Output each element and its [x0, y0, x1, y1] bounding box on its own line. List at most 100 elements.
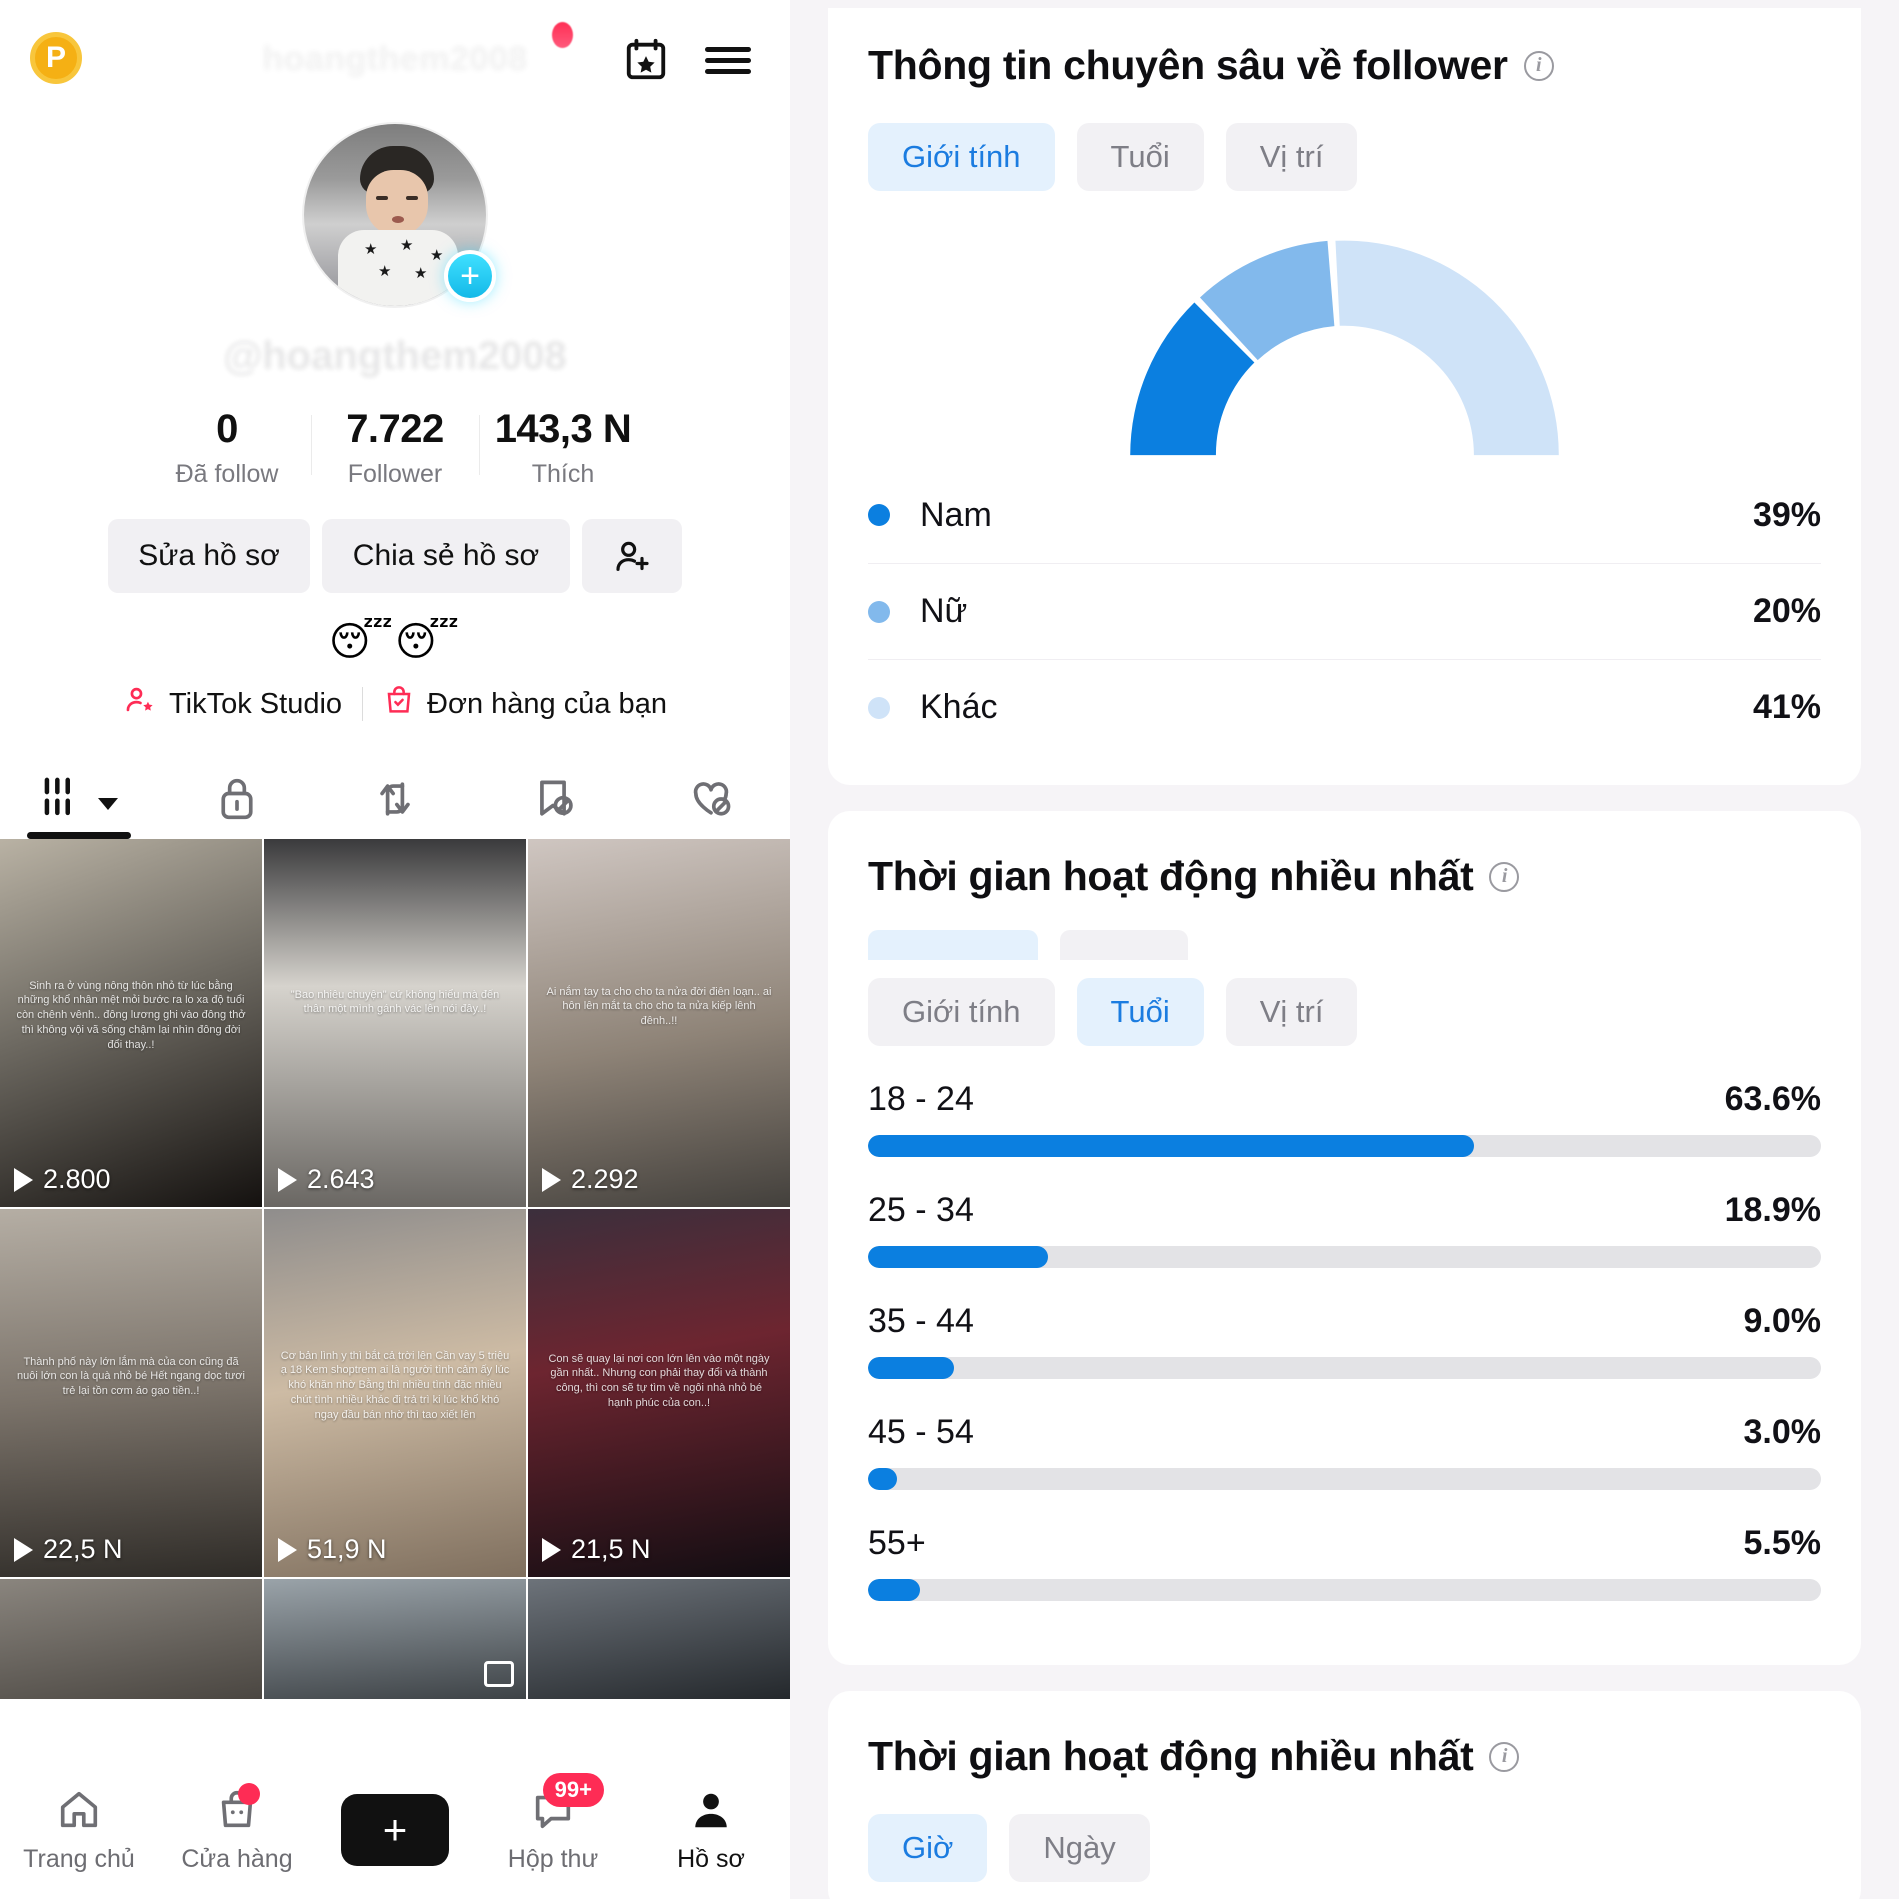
- video-cell[interactable]: Sinh ra ở vùng nông thôn nhỏ từ lúc bằng…: [0, 839, 262, 1207]
- view-count: 51,9 N: [307, 1534, 387, 1564]
- photo-post-icon: [484, 1661, 514, 1687]
- hamburger-menu-icon[interactable]: [700, 32, 756, 88]
- video-cell[interactable]: Cơ bản lình y thì bắt cả trời lên Cần va…: [264, 1209, 526, 1577]
- shirt-star-icon: ★: [430, 247, 444, 264]
- tab-age[interactable]: Tuổi: [1076, 978, 1204, 1046]
- video-cell[interactable]: Ai nắm tay ta cho cho ta nửa đời điên lo…: [528, 839, 790, 1207]
- nav-shop[interactable]: Cửa hàng: [158, 1782, 316, 1874]
- activity-age-title: Thời gian hoạt động nhiều nhất: [868, 853, 1474, 899]
- legend-dot-khac: [868, 696, 890, 719]
- bar-value: 5.5%: [1743, 1524, 1822, 1562]
- your-orders-link[interactable]: Đơn hàng của bạn: [383, 683, 667, 725]
- sidebar-item-reposts-tab[interactable]: [316, 759, 474, 839]
- notification-dot: [552, 22, 573, 48]
- nav-home[interactable]: Trang chủ: [0, 1787, 158, 1874]
- tab-location[interactable]: Vị trí: [1225, 123, 1358, 191]
- nav-label: Hộp thư: [507, 1844, 599, 1873]
- sidebar-item-grid-tab[interactable]: [0, 759, 158, 839]
- video-cell[interactable]: Thành phố này lớn lắm mà của con cũng đã…: [0, 1209, 262, 1577]
- video-views: 2.292: [542, 1164, 639, 1195]
- info-icon[interactable]: i: [1523, 50, 1554, 81]
- stat-value: 7.722: [346, 407, 444, 451]
- bar-track: [868, 1468, 1821, 1490]
- age-bar-chart: 18 - 24 63.6% 25 - 34 18.9% 35 - 44 9.0%…: [868, 1080, 1821, 1601]
- bar-track: [868, 1357, 1821, 1379]
- video-grid: Sinh ra ở vùng nông thôn nhỏ từ lúc bằng…: [0, 839, 790, 1699]
- share-profile-button[interactable]: Chia sẻ hồ sơ: [322, 519, 570, 593]
- bar-category: 55+: [868, 1524, 926, 1562]
- nav-label: Cửa hàng: [181, 1844, 293, 1873]
- avatar[interactable]: ★ ★ ★ ★ ★ +: [302, 122, 496, 308]
- add-person-icon[interactable]: [582, 519, 682, 593]
- tab-hour[interactable]: Giờ: [868, 1814, 988, 1882]
- bar-fill: [868, 1246, 1049, 1268]
- stat-label: Thích: [531, 460, 595, 488]
- tab-day[interactable]: Ngày: [1009, 1814, 1150, 1882]
- avatar-mouth: [392, 216, 404, 223]
- video-views: 21,5 N: [542, 1534, 651, 1565]
- link-divider: [362, 687, 364, 721]
- profile-topbar: P hoangthem2008: [0, 0, 790, 112]
- tiktok-profile-pane: P hoangthem2008 ★ ★ ★ ★ ★ + @hoangthem20…: [0, 0, 790, 1899]
- activity-time-title-row: Thời gian hoạt động nhiều nhất i: [868, 1733, 1821, 1780]
- menu-line: [705, 57, 751, 63]
- legend-row-nu: Nữ 20%: [868, 563, 1821, 659]
- video-caption: "Bao nhiêu chuyện" cứ không hiểu mà đến …: [290, 988, 500, 1016]
- tiktok-studio-link[interactable]: TikTok Studio: [123, 683, 342, 725]
- activity-age-title-row: Thời gian hoạt động nhiều nhất i: [868, 853, 1821, 900]
- sidebar-item-liked-tab[interactable]: [632, 759, 790, 839]
- video-cell[interactable]: [264, 1579, 526, 1699]
- sidebar-item-saved-tab[interactable]: [474, 759, 632, 839]
- tab-location[interactable]: Vị trí: [1225, 978, 1358, 1046]
- tab-age[interactable]: Tuổi: [1076, 123, 1204, 191]
- page-title: Thông tin chuyên sâu về follower i: [868, 42, 1821, 89]
- tab-gender[interactable]: Giới tính: [868, 123, 1055, 191]
- video-views: 22,5 N: [14, 1534, 123, 1565]
- nav-create[interactable]: +: [316, 1794, 474, 1866]
- nav-profile[interactable]: Hồ sơ: [632, 1787, 790, 1874]
- play-icon: [278, 1537, 297, 1562]
- create-plus-icon[interactable]: +: [333, 1794, 457, 1866]
- video-caption: Cơ bản lình y thì bắt cả trời lên Cần va…: [280, 1349, 510, 1422]
- stat-following[interactable]: 0 Đã follow: [143, 407, 311, 489]
- video-cell[interactable]: Con sẽ quay lại nơi con lớn lên vào một …: [528, 1209, 790, 1577]
- legend-value-nu: 20%: [1752, 592, 1821, 630]
- stat-value: 0: [216, 407, 238, 451]
- bar-category: 25 - 34: [868, 1191, 974, 1229]
- legend-value-khac: 41%: [1752, 688, 1821, 726]
- calendar-star-icon[interactable]: [618, 32, 674, 88]
- active-tab-underline: [27, 832, 131, 839]
- avatar-eye: [406, 196, 418, 200]
- nav-label: Hồ sơ: [677, 1844, 745, 1873]
- edit-profile-button[interactable]: Sửa hồ sơ: [108, 519, 310, 593]
- view-count: 2.292: [571, 1164, 639, 1194]
- chevron-down-icon[interactable]: [98, 798, 118, 810]
- stat-followers[interactable]: 7.722 Follower: [311, 407, 479, 489]
- video-cell[interactable]: [0, 1579, 262, 1699]
- order-bag-icon: [383, 683, 415, 725]
- bar-fill: [868, 1357, 954, 1379]
- bar-value: 63.6%: [1724, 1080, 1821, 1118]
- nav-inbox[interactable]: 99+ Hộp thư: [474, 1772, 632, 1874]
- studio-person-star-icon: [123, 683, 157, 725]
- video-cell[interactable]: "Bao nhiêu chuyện" cứ không hiểu mà đến …: [264, 839, 526, 1207]
- info-icon[interactable]: i: [1489, 861, 1520, 892]
- bar-head: 25 - 34 18.9%: [868, 1191, 1821, 1230]
- inbox-badge: 99+: [542, 1772, 604, 1807]
- legend-row-nam: Nam 39%: [868, 467, 1821, 563]
- profile-bio: 😴😴: [328, 619, 462, 665]
- sidebar-item-private-tab[interactable]: [158, 759, 316, 839]
- legend-row-khac: Khác 41%: [868, 659, 1821, 755]
- stat-value: 143,3 N: [494, 407, 632, 451]
- shirt-star-icon: ★: [400, 237, 414, 254]
- follower-insights-card: Thông tin chuyên sâu về follower i Giới …: [828, 8, 1861, 785]
- tab-gender[interactable]: Giới tính: [868, 978, 1055, 1046]
- video-cell[interactable]: [528, 1579, 790, 1699]
- info-icon[interactable]: i: [1489, 1741, 1520, 1772]
- bar-category: 18 - 24: [868, 1080, 974, 1118]
- gauge-svg: [1130, 240, 1559, 456]
- nav-label: Trang chủ: [23, 1844, 135, 1873]
- stat-likes[interactable]: 143,3 N Thích: [479, 407, 647, 489]
- stat-label: Đã follow: [175, 460, 279, 488]
- add-story-plus-icon[interactable]: +: [444, 250, 496, 302]
